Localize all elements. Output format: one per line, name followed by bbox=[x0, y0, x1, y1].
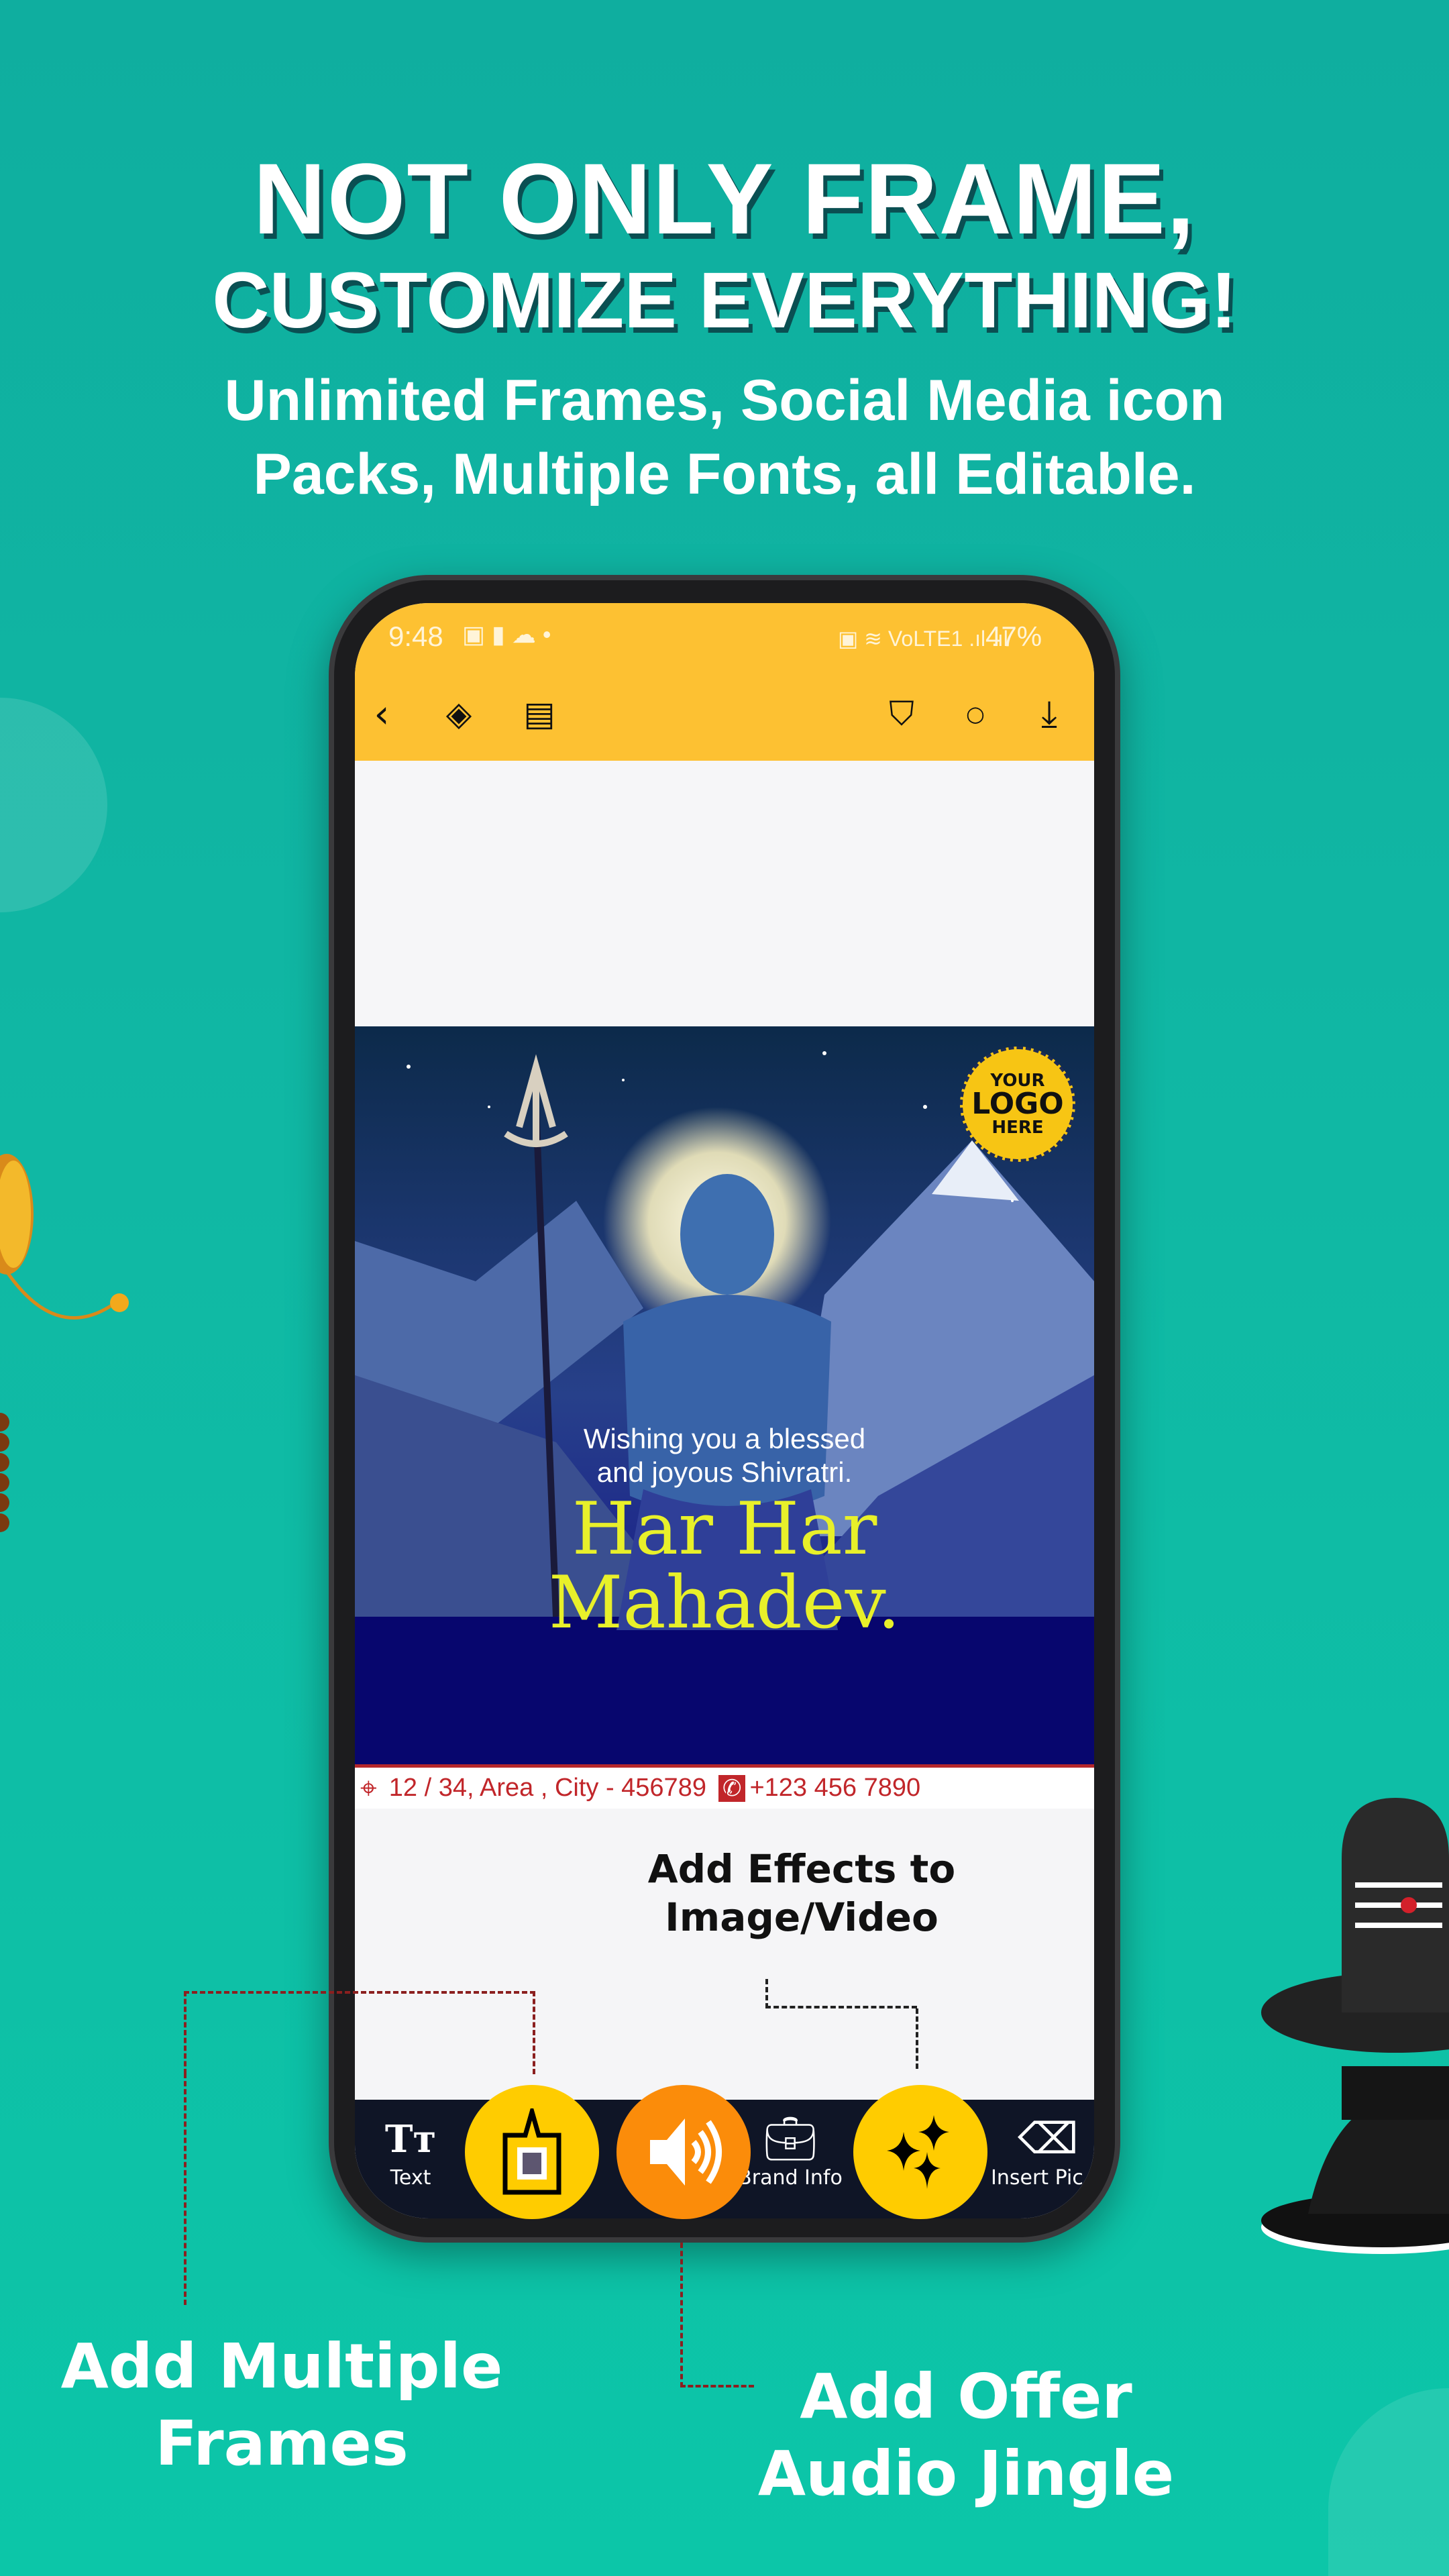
callout-effects-line2: Image/Video bbox=[665, 1894, 938, 1940]
audio-button[interactable] bbox=[616, 2085, 751, 2219]
location-icon: ⌖ bbox=[360, 1771, 377, 1805]
eraser-icon: ⌫ bbox=[1018, 2114, 1079, 2164]
frames-button[interactable] bbox=[465, 2085, 599, 2219]
callout-audio-line2: Audio Jingle bbox=[757, 2438, 1175, 2510]
callout-frames: Add Multiple Frames bbox=[20, 2328, 543, 2482]
greeting-line1: Wishing you a blessed bbox=[583, 1423, 866, 1454]
nav-insert-pic-label: Insert Pic bbox=[991, 2166, 1083, 2190]
phone-screen: 9:48 ▣ ▮ ☁ • ▣ ≋ VoLTE1 .ıl .ıl 47% ‹ ◈ … bbox=[355, 603, 1094, 2218]
callout-frames-line1: Add Multiple bbox=[60, 2330, 503, 2402]
decorative-circle bbox=[1328, 2388, 1449, 2576]
callout-audio-line1: Add Offer bbox=[800, 2361, 1132, 2432]
connector-line bbox=[765, 1979, 917, 2008]
sparkles-icon bbox=[887, 2115, 949, 2189]
callout-audio: Add Offer Audio Jingle bbox=[698, 2358, 1234, 2512]
callout-frames-line2: Frames bbox=[155, 2408, 409, 2479]
headline-line2: CUSTOMIZE EVERYTHING! bbox=[212, 256, 1237, 345]
layers-icon[interactable]: ◈ bbox=[435, 690, 482, 737]
canvas-blank-area bbox=[355, 761, 1094, 1026]
network-label: VoLTE1 bbox=[888, 627, 963, 651]
title-line1: Har Har bbox=[572, 1487, 877, 1571]
logo-placeholder[interactable]: YOUR LOGO HERE bbox=[960, 1046, 1075, 1162]
bookmark-icon[interactable]: ⛉ bbox=[878, 690, 925, 737]
phone-text: +123 456 7890 bbox=[749, 1774, 921, 1802]
title-text: Har Har Mahadev. bbox=[355, 1493, 1094, 1640]
briefcase-icon: 💼︎ bbox=[763, 2114, 818, 2164]
damru-drum-icon bbox=[0, 1154, 129, 1532]
nav-insert-pic[interactable]: ⌫ Insert Pic bbox=[991, 2112, 1094, 2190]
download-icon[interactable]: ⤓ bbox=[1026, 690, 1073, 737]
nav-text-label: Text bbox=[390, 2166, 431, 2190]
connector-line bbox=[184, 1991, 535, 2074]
subtitle-line2: Packs, Multiple Fonts, all Editable. bbox=[253, 442, 1196, 506]
save-icon[interactable]: ▤ bbox=[516, 690, 563, 737]
back-icon[interactable]: ‹ bbox=[358, 690, 405, 737]
nav-brand-info-label: Brand Info bbox=[738, 2166, 843, 2190]
decorative-circle bbox=[0, 698, 107, 912]
notification-icons: ▣ ▮ ☁ • bbox=[462, 621, 551, 648]
nav-brand-info[interactable]: 💼︎ Brand Info bbox=[737, 2112, 844, 2190]
nav-text[interactable]: Tт Text bbox=[357, 2112, 464, 2190]
greeting-artwork[interactable]: YOUR LOGO HERE Wishing you a blessed and… bbox=[355, 1026, 1094, 1764]
phone-icon: ✆ bbox=[718, 1774, 746, 1802]
battery-level: 47% bbox=[985, 621, 1042, 652]
contact-strip[interactable]: ⌖ 12 / 34, Area , City - 456789 ✆ +123 4… bbox=[355, 1764, 1094, 1809]
connector-line bbox=[916, 2008, 918, 2069]
text-icon: Tт bbox=[384, 2117, 437, 2161]
title-line2: Mahadev. bbox=[548, 1561, 901, 1645]
signal-icons: ▣ ≋ VoLTE1 .ıl .ıl bbox=[838, 627, 1008, 651]
app-topbar: 9:48 ▣ ▮ ☁ • ▣ ≋ VoLTE1 .ıl .ıl 47% ‹ ◈ … bbox=[355, 603, 1094, 761]
logo-text: LOGO bbox=[971, 1087, 1064, 1121]
connector-line bbox=[184, 2073, 186, 2305]
circle-icon[interactable]: ○ bbox=[952, 690, 999, 737]
frame-icon bbox=[502, 2108, 561, 2195]
callout-effects-line1: Add Effects to bbox=[647, 1846, 956, 1892]
subtitle-line1: Unlimited Frames, Social Media icon bbox=[224, 368, 1225, 433]
greeting-line2: and joyous Shivratri. bbox=[596, 1456, 853, 1488]
status-time: 9:48 bbox=[388, 621, 443, 652]
greeting-text: Wishing you a blessed and joyous Shivrat… bbox=[355, 1422, 1094, 1489]
callout-effects: Add Effects to Image/Video bbox=[577, 1845, 1026, 1941]
address-text: 12 / 34, Area , City - 456789 bbox=[388, 1774, 706, 1802]
logo-text: HERE bbox=[991, 1118, 1044, 1138]
effects-button[interactable] bbox=[853, 2085, 987, 2219]
headline-line1: NOT ONLY FRAME, bbox=[253, 142, 1196, 255]
shivling-icon bbox=[1261, 1798, 1449, 2254]
speaker-icon bbox=[650, 2118, 722, 2186]
